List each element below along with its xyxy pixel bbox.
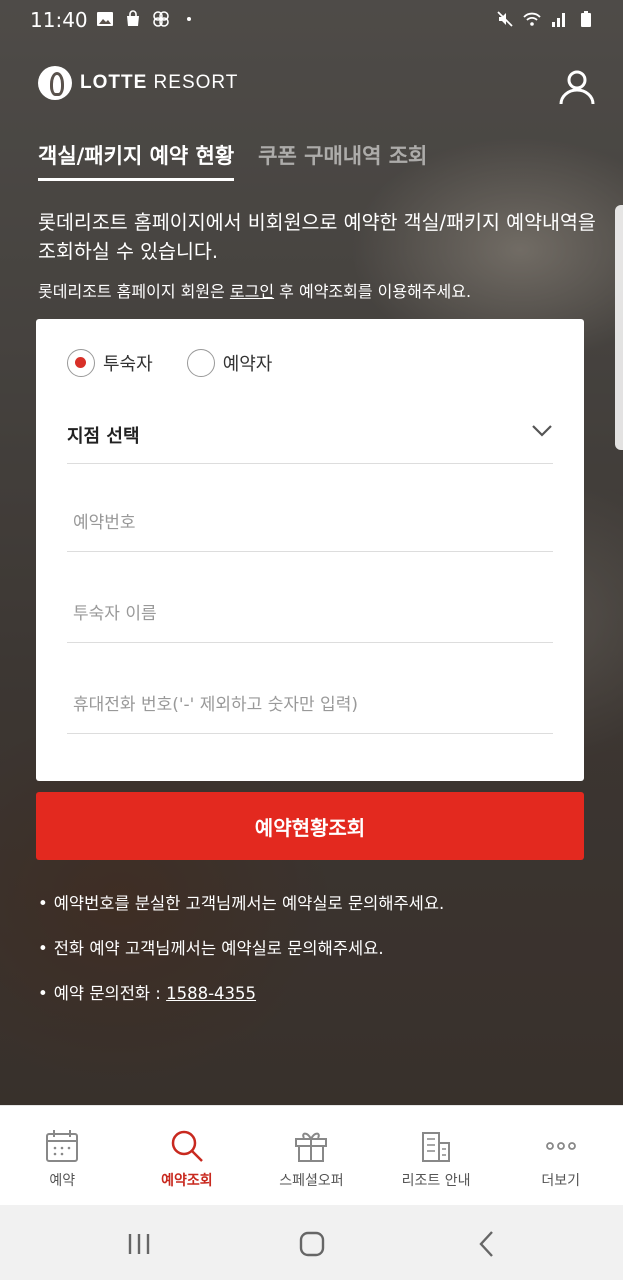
lookup-form-card: 투숙자 예약자 지점 선택: [36, 319, 584, 781]
signal-icon: [552, 13, 565, 27]
pinwheel-icon: [153, 11, 169, 27]
status-bar: 11:40: [0, 0, 623, 40]
chevron-down-icon: [532, 425, 552, 437]
nav-resort-info-label: 리조트 안내: [401, 1173, 471, 1189]
image-icon: [97, 12, 113, 26]
phone-prefix: 예약 문의전화 :: [53, 984, 167, 1003]
more-icon: [545, 1142, 576, 1150]
status-icons-left: [96, 10, 198, 28]
radio-booker-label: 예약자: [222, 354, 273, 375]
reservation-lookup-button[interactable]: 예약현황조회: [36, 792, 584, 860]
notice-item: 예약번호를 분실한 고객님께서는 예약실로 문의해주세요.: [38, 892, 598, 916]
nav-resort-info[interactable]: 리조트 안내: [374, 1106, 499, 1205]
intro-text: 롯데리조트 홈페이지에서 비회원으로 예약한 객실/패키지 예약내역을 조회하실…: [38, 211, 596, 263]
calendar-icon: [46, 1130, 79, 1162]
tab-coupon-purchase-history[interactable]: 쿠폰 구매내역 조회: [258, 140, 427, 181]
user-icon[interactable]: [556, 66, 598, 108]
guest-type-radio-group: 투숙자 예약자: [67, 349, 306, 377]
brand-name-bold: LOTTE: [80, 72, 148, 93]
notice-item: 전화 예약 고객님께서는 예약실로 문의해주세요.: [38, 937, 598, 961]
lotte-logo-icon: [38, 66, 72, 100]
branch-select[interactable]: 지점 선택: [67, 414, 553, 464]
back-icon[interactable]: [470, 1227, 504, 1261]
notice-list: 예약번호를 분실한 고객님께서는 예약실로 문의해주세요. 전화 예약 고객님께…: [38, 892, 598, 1027]
brand-name: LOTTE RESORT: [80, 72, 238, 94]
wifi-icon: [523, 12, 541, 26]
login-link[interactable]: 로그인: [230, 282, 274, 301]
nav-more[interactable]: 더보기: [498, 1106, 623, 1205]
branch-select-label: 지점 선택: [67, 426, 140, 447]
radio-guest[interactable]: 투숙자: [67, 349, 153, 377]
gift-icon: [295, 1132, 328, 1162]
phone-input[interactable]: [67, 676, 553, 733]
nav-special-offer-label: 스페셜오퍼: [279, 1173, 344, 1189]
reservation-number-input[interactable]: [67, 494, 553, 551]
brand-logo[interactable]: LOTTE RESORT: [38, 66, 238, 100]
scroll-hint: [615, 205, 623, 450]
mute-icon: [497, 11, 513, 27]
nav-reservation-lookup-label: 예약조회: [161, 1173, 213, 1189]
bottom-nav: 예약 예약조회 스페셜오퍼 리조트 안내 더보기: [0, 1105, 623, 1205]
radio-booker[interactable]: 예약자: [186, 349, 273, 377]
battery-icon: [581, 11, 591, 27]
nav-reservation-label: 예약: [49, 1173, 76, 1189]
nav-reservation[interactable]: 예약: [0, 1106, 125, 1205]
intro-note: 롯데리조트 홈페이지 회원은 로그인 후 예약조회를 이용해주세요.: [38, 278, 608, 302]
radio-checked-icon[interactable]: [67, 349, 95, 377]
radio-guest-label: 투숙자: [103, 354, 153, 375]
nav-special-offer[interactable]: 스페셜오퍼: [249, 1106, 374, 1205]
tab-bar: 객실/패키지 예약 현황 쿠폰 구매내역 조회: [38, 140, 427, 181]
intro-note-suffix: 후 예약조회를 이용해주세요.: [274, 282, 472, 301]
intro-note-prefix: 롯데리조트 홈페이지 회원은: [38, 282, 230, 301]
recent-apps-icon[interactable]: [122, 1227, 156, 1261]
reservation-number-field: [67, 494, 553, 552]
phone-link[interactable]: 1588-4355: [166, 984, 256, 1003]
search-icon: [171, 1130, 203, 1162]
radio-unchecked-icon[interactable]: [186, 349, 215, 377]
nav-reservation-lookup[interactable]: 예약조회: [125, 1106, 250, 1205]
phone-field: [67, 676, 553, 734]
brand-name-light: RESORT: [147, 72, 239, 93]
home-icon[interactable]: [295, 1227, 329, 1261]
system-nav-bar: [0, 1205, 623, 1280]
notice-item-phone: 예약 문의전화 : 1588-4355: [38, 982, 598, 1006]
nav-more-label: 더보기: [541, 1173, 580, 1189]
building-icon: [422, 1132, 451, 1162]
guest-name-input[interactable]: [67, 585, 553, 642]
guest-name-field: [67, 585, 553, 643]
status-icons-right: [496, 10, 595, 28]
tab-room-package-reservation[interactable]: 객실/패키지 예약 현황: [38, 140, 235, 181]
dot-icon: [187, 17, 191, 21]
status-time: 11:40: [30, 8, 88, 32]
shopping-bag-icon: [127, 10, 139, 26]
